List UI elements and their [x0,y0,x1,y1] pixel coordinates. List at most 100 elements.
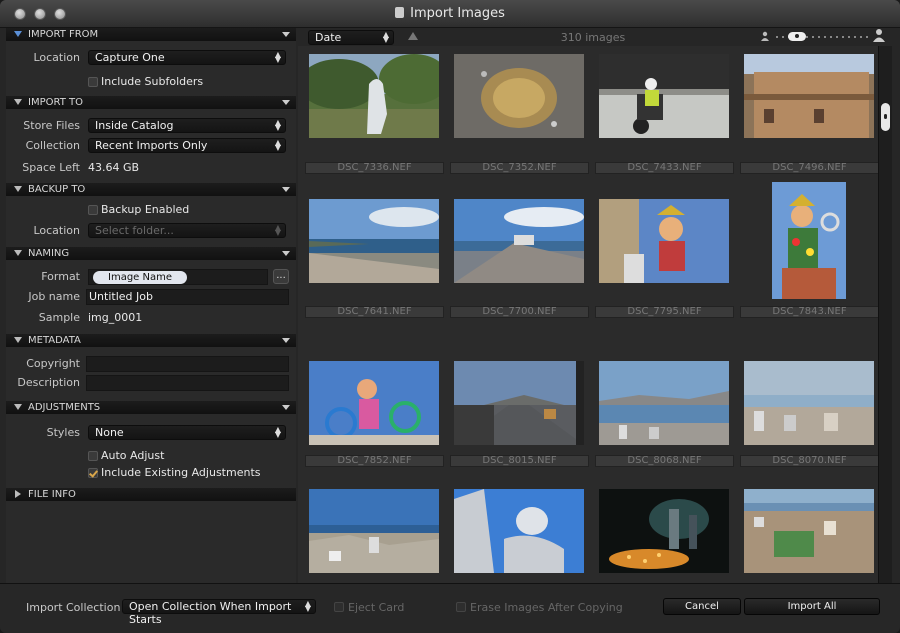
image-filename: DSC_7641.NEF [305,306,444,318]
image-thumbnail-cell[interactable]: DSC_7700.NEF [449,172,594,322]
scrollbar-thumb[interactable] [881,103,890,131]
backup-location-label: Location [33,224,80,237]
image-thumbnail[interactable] [772,182,846,299]
auto-adjust-label: Auto Adjust [101,449,165,462]
section-adjustments[interactable]: ADJUSTMENTS [6,401,296,414]
image-thumbnail[interactable] [309,361,439,445]
image-thumbnail[interactable] [309,199,439,283]
space-left-label: Space Left [22,161,80,174]
popup-arrows-icon: ▲ ▼ [274,50,281,64]
image-thumbnail-cell[interactable] [304,481,449,583]
copyright-field[interactable] [86,356,289,372]
thumbnail-size-slider[interactable] [776,32,868,41]
section-metadata[interactable]: METADATA [6,334,296,347]
image-thumbnail[interactable] [744,361,874,445]
image-grid: DSC_7336.NEF DSC_7352.NEF DSC_7433.NEF DSC_… [298,46,878,583]
section-menu-icon[interactable] [282,187,290,192]
import-window: Import Images IMPORT FROM Location Captu… [0,0,900,633]
image-thumbnail-cell[interactable]: DSC_7641.NEF [304,172,449,322]
job-name-field[interactable]: Untitled Job [86,289,289,305]
image-thumbnail[interactable] [454,199,584,283]
store-files-label: Store Files [23,119,80,132]
section-import-to[interactable]: IMPORT TO [6,96,296,109]
format-token-image-name[interactable]: Image Name [93,271,187,284]
image-thumbnail[interactable] [599,489,729,573]
image-thumbnail-cell[interactable]: DSC_7843.NEF [739,172,878,322]
auto-adjust-checkbox[interactable] [88,451,98,461]
image-thumbnail-cell[interactable]: DSC_8070.NEF [739,336,878,486]
include-subfolders-label: Include Subfolders [101,75,204,88]
slider-knob[interactable] [788,32,806,41]
image-filename: DSC_8070.NEF [740,455,878,467]
image-thumbnail-cell[interactable] [739,481,878,583]
sort-by-select[interactable]: Date ▲ ▼ [308,30,394,45]
image-thumbnail[interactable] [599,361,729,445]
section-menu-icon[interactable] [282,405,290,410]
erase-images-checkbox[interactable] [456,602,466,612]
image-thumbnail[interactable] [454,54,584,138]
popup-arrows-icon: ▲ ▼ [274,118,281,132]
image-filename: DSC_8068.NEF [595,455,734,467]
eject-card-label: Eject Card [348,601,405,614]
include-existing-adjustments-checkbox[interactable] [88,468,98,478]
section-menu-icon[interactable] [282,338,290,343]
image-thumbnail[interactable] [744,54,874,138]
section-backup-to[interactable]: BACKUP TO [6,183,296,196]
import-all-button[interactable]: Import All [744,598,880,615]
format-field[interactable]: Image Name [88,269,268,285]
backup-enabled-label: Backup Enabled [101,203,190,216]
import-collection-select[interactable]: Open Collection When Import Starts ▲ ▼ [122,599,316,626]
section-menu-icon[interactable] [282,100,290,105]
image-count: 310 images [560,31,626,44]
image-filename: DSC_7852.NEF [305,455,444,467]
format-editor-button[interactable]: ... [273,269,289,284]
image-thumbnail-cell[interactable] [449,481,594,583]
image-thumbnail-cell[interactable] [594,481,739,583]
format-label: Format [41,270,80,283]
sort-direction-icon[interactable] [408,32,418,40]
description-field[interactable] [86,375,289,391]
location-select[interactable]: Capture One ▲ ▼ [88,50,286,65]
backup-location-select[interactable]: Select folder... ▲ ▼ [88,223,286,238]
popup-arrows-icon: ▲ ▼ [304,599,311,613]
space-left-value: 43.64 GB [88,161,140,174]
eject-card-checkbox[interactable] [334,602,344,612]
image-thumbnail-cell[interactable]: DSC_7795.NEF [594,172,739,322]
section-import-from[interactable]: IMPORT FROM [6,28,296,41]
disclosure-triangle-icon [15,490,21,498]
image-thumbnail-cell[interactable]: DSC_8015.NEF [449,336,594,486]
image-thumbnail[interactable] [454,361,584,445]
image-thumbnail[interactable] [454,489,584,573]
erase-images-label: Erase Images After Copying [470,601,623,614]
image-filename: DSC_7795.NEF [595,306,734,318]
cancel-button[interactable]: Cancel [663,598,741,615]
image-filename: DSC_7700.NEF [450,306,589,318]
disclosure-triangle-icon [14,250,22,256]
include-subfolders-checkbox[interactable] [88,77,98,87]
sample-value: img_0001 [88,311,143,324]
section-menu-icon[interactable] [282,32,290,37]
image-thumbnail[interactable] [309,54,439,138]
styles-select[interactable]: None ▲ ▼ [88,425,286,440]
popup-arrows-icon: ▲ ▼ [382,30,389,44]
image-thumbnail-cell[interactable]: DSC_8068.NEF [594,336,739,486]
section-menu-icon[interactable] [282,251,290,256]
include-existing-adjustments-label: Include Existing Adjustments [101,466,261,479]
section-naming[interactable]: NAMING [6,247,296,260]
copyright-label: Copyright [26,357,80,370]
image-thumbnail[interactable] [599,199,729,283]
location-label: Location [33,51,80,64]
small-thumbnail-icon [760,31,770,41]
collection-select[interactable]: Recent Imports Only ▲ ▼ [88,138,286,153]
popup-arrows-icon: ▲ ▼ [274,138,281,152]
image-thumbnail[interactable] [599,54,729,138]
image-thumbnail[interactable] [309,489,439,573]
popup-arrows-icon: ▲ ▼ [274,223,281,237]
backup-enabled-checkbox[interactable] [88,205,98,215]
section-file-info[interactable]: FILE INFO [6,488,296,501]
image-thumbnail-cell[interactable]: DSC_7852.NEF [304,336,449,486]
grid-scrollbar[interactable] [878,46,892,583]
title-bar: Import Images [0,0,900,28]
store-files-select[interactable]: Inside Catalog ▲ ▼ [88,118,286,133]
image-thumbnail[interactable] [744,489,874,573]
